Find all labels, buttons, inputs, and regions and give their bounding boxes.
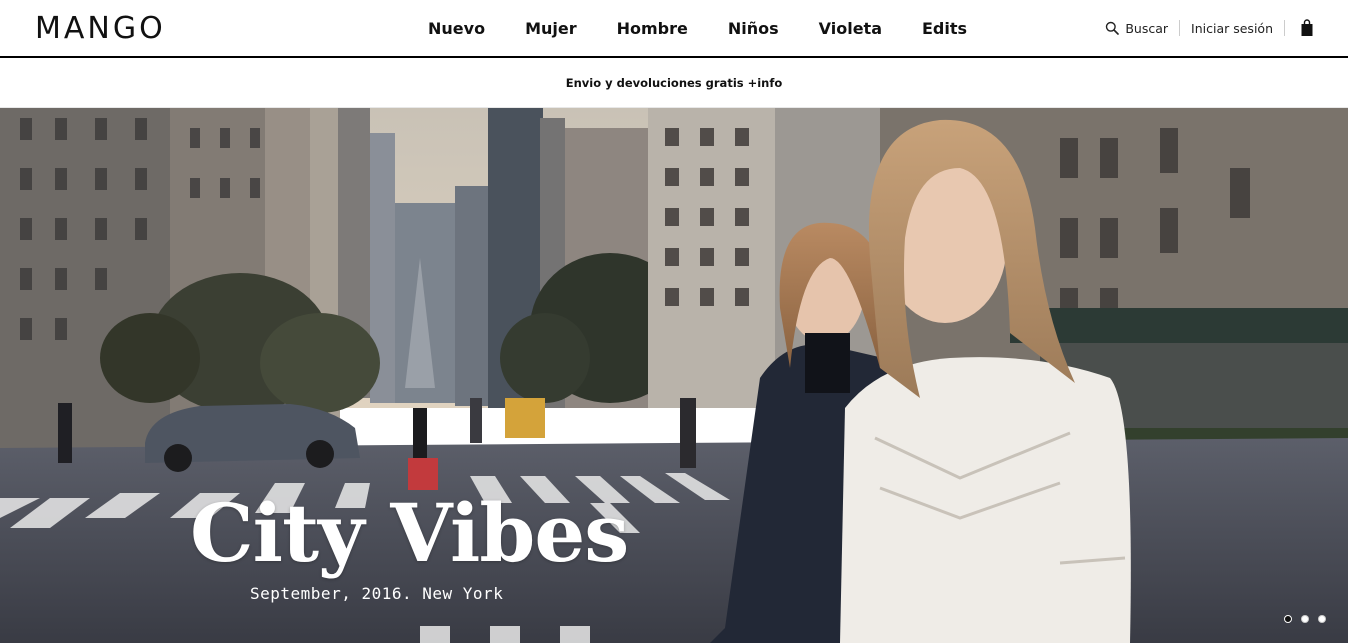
login-link[interactable]: Iniciar sesión — [1191, 21, 1273, 36]
site-header: MANGO Nuevo Mujer Hombre Niños Violeta E… — [0, 0, 1348, 58]
shopping-bag-icon — [1301, 19, 1313, 36]
hero-subtitle: September, 2016. New York — [250, 584, 504, 603]
search-button[interactable]: Buscar — [1105, 21, 1168, 36]
carousel-dot-3[interactable] — [1318, 615, 1326, 623]
nav-item-violeta[interactable]: Violeta — [819, 19, 882, 38]
hero-title: City Vibes — [190, 486, 629, 580]
promo-bar: Envio y devoluciones gratis +info — [0, 58, 1348, 108]
divider — [1179, 20, 1181, 36]
hero-banner[interactable]: City Vibes September, 2016. New York — [0, 108, 1348, 643]
header-tools: Buscar Iniciar sesión — [1105, 0, 1314, 56]
mango-logo[interactable]: MANGO — [35, 12, 166, 46]
search-label: Buscar — [1125, 20, 1169, 36]
main-nav: Nuevo Mujer Hombre Niños Violeta Edits — [408, 0, 987, 56]
nav-item-ninos[interactable]: Niños — [728, 19, 779, 38]
nav-item-edits[interactable]: Edits — [922, 19, 967, 38]
nav-item-mujer[interactable]: Mujer — [525, 19, 577, 38]
promo-link[interactable]: Envio y devoluciones gratis +info — [566, 76, 783, 90]
carousel-dot-2[interactable] — [1301, 615, 1309, 623]
divider — [1284, 20, 1285, 36]
search-icon — [1106, 21, 1120, 35]
carousel-dot-1[interactable] — [1284, 615, 1292, 623]
nav-item-hombre[interactable]: Hombre — [617, 19, 688, 38]
shopping-bag-button[interactable] — [1296, 19, 1314, 37]
carousel-dots — [1275, 615, 1326, 623]
nav-item-nuevo[interactable]: Nuevo — [428, 19, 485, 38]
